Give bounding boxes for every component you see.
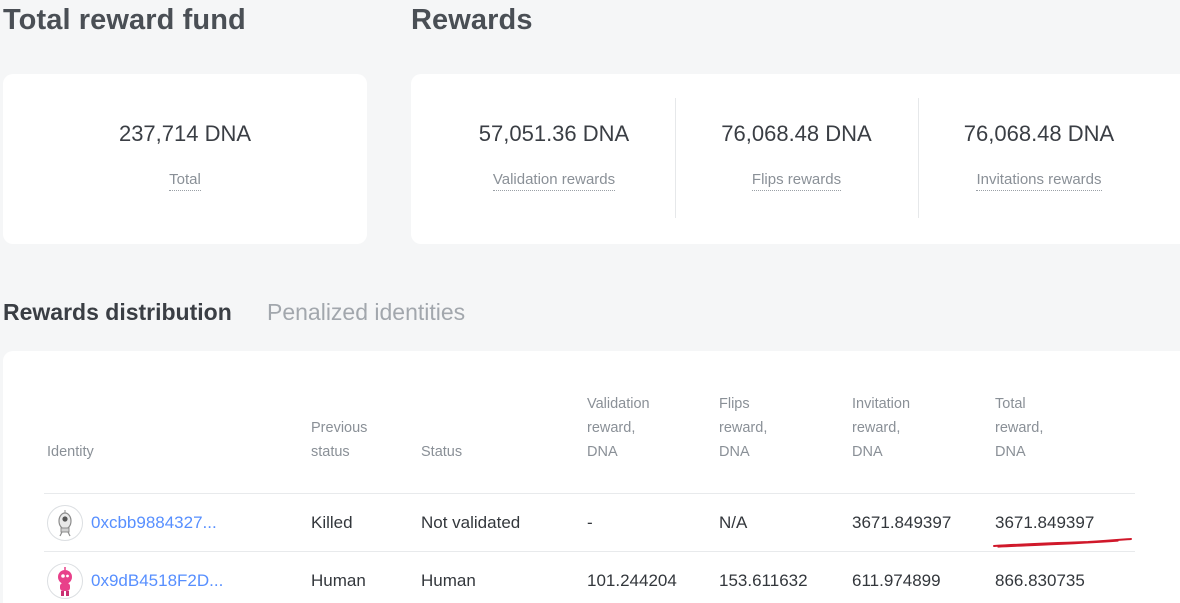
rewards-heading: Rewards <box>411 4 533 36</box>
column-header-previous-status[interactable]: Previous status <box>311 416 367 464</box>
rewards-table-card <box>3 351 1180 603</box>
tab-rewards-distribution[interactable]: Rewards distribution <box>3 299 232 326</box>
column-header-flips-reward[interactable]: Flips reward, DNA <box>719 392 767 464</box>
flips-reward-cell: N/A <box>719 513 748 532</box>
total-reward-cell: 3671.849397 <box>995 513 1095 532</box>
total-reward-fund-heading: Total reward fund <box>3 4 246 36</box>
tab-penalized-identities[interactable]: Penalized identities <box>267 299 465 326</box>
table-row-divider <box>44 551 1135 552</box>
validation-reward-cell: 101.244204 <box>587 571 677 590</box>
validation-rewards-value: 57,051.36 DNA <box>478 121 630 146</box>
total-label[interactable]: Total <box>3 171 367 191</box>
rewards-card: 57,051.36 DNA Validation rewards 76,068.… <box>411 74 1180 244</box>
rewards-page: Total reward fund Rewards 237,714 DNA To… <box>0 0 1180 603</box>
flips-rewards-value: 76,068.48 DNA <box>721 121 872 146</box>
column-header-validation-reward[interactable]: Validation reward, DNA <box>587 392 650 464</box>
invitations-rewards-value: 76,068.48 DNA <box>963 121 1115 146</box>
column-header-identity[interactable]: Identity <box>47 440 94 464</box>
validation-reward-cell: - <box>587 513 593 532</box>
column-header-status[interactable]: Status <box>421 440 462 464</box>
validation-rewards-stat: 57,051.36 DNA Validation rewards <box>431 74 677 244</box>
identity-address-link[interactable]: 0x9dB4518F2D... <box>91 571 223 591</box>
robot-avatar-icon[interactable] <box>47 563 83 599</box>
flips-reward-cell: 153.611632 <box>719 571 808 590</box>
flips-rewards-stat: 76,068.48 DNA Flips rewards <box>675 74 918 244</box>
flips-rewards-label[interactable]: Flips rewards <box>675 171 918 191</box>
identity-address-link[interactable]: 0xcbb9884327... <box>91 513 217 533</box>
total-stat: 237,714 DNA Total <box>3 74 367 244</box>
total-reward-cell: 866.830735 <box>995 571 1085 590</box>
invitations-rewards-stat: 76,068.48 DNA Invitations rewards <box>918 74 1160 244</box>
total-fund-card: 237,714 DNA Total <box>3 74 367 244</box>
column-header-invitation-reward[interactable]: Invitation reward, DNA <box>852 392 910 464</box>
invitation-reward-cell: 611.974899 <box>852 571 941 590</box>
status-cell: Not validated <box>421 513 521 532</box>
validation-rewards-label[interactable]: Validation rewards <box>431 171 677 191</box>
table-header-divider <box>44 493 1135 494</box>
robot-avatar-icon[interactable] <box>47 505 83 541</box>
previous-status-cell: Killed <box>311 513 353 532</box>
column-header-total-reward[interactable]: Total reward, DNA <box>995 392 1043 464</box>
invitations-rewards-label[interactable]: Invitations rewards <box>918 171 1160 191</box>
invitation-reward-cell: 3671.849397 <box>852 513 952 532</box>
status-cell: Human <box>421 571 476 590</box>
total-value: 237,714 DNA <box>118 121 252 146</box>
previous-status-cell: Human <box>311 571 366 590</box>
